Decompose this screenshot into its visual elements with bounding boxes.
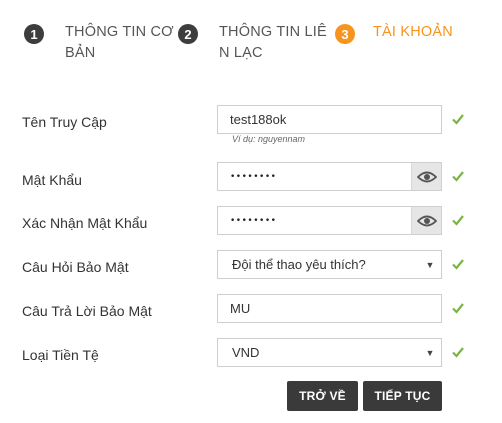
- security-answer-input[interactable]: MU: [217, 294, 442, 323]
- check-icon: [452, 303, 464, 314]
- password-value: ••••••••: [230, 171, 277, 182]
- eye-icon: [416, 215, 437, 226]
- step-2: 2 THÔNG TIN LIÊ N LẠC: [178, 22, 329, 64]
- password-input[interactable]: ••••••••: [217, 162, 442, 191]
- security-answer-label: Câu Trả Lời Bảo Mật: [22, 303, 152, 319]
- next-button[interactable]: TIẾP TỤC: [363, 381, 442, 411]
- password-label: Mật Khẩu: [22, 172, 82, 188]
- show-confirm-password-button[interactable]: [411, 207, 441, 234]
- check-icon: [452, 347, 464, 358]
- check-icon: [452, 114, 464, 125]
- username-label: Tên Truy Cập: [22, 114, 107, 130]
- show-password-button[interactable]: [411, 163, 441, 190]
- step-1: 1 THÔNG TIN CƠ BẢN: [24, 22, 185, 64]
- currency-label: Loại Tiền Tệ: [22, 347, 99, 363]
- confirm-password-label: Xác Nhận Mật Khẩu: [22, 215, 148, 231]
- step-1-label: THÔNG TIN CƠ BẢN: [65, 24, 174, 61]
- caret-down-icon: ▼: [425, 259, 435, 270]
- check-icon: [452, 171, 464, 182]
- currency-select[interactable]: VND ▼: [217, 338, 442, 367]
- security-answer-value: MU: [230, 301, 251, 316]
- caret-down-icon: ▼: [425, 347, 435, 358]
- step-1-number: 1: [24, 24, 44, 44]
- step-3: 3 TÀI KHOẢN: [335, 22, 453, 44]
- step-2-label: THÔNG TIN LIÊ N LẠC: [219, 24, 327, 61]
- step-3-label: TÀI KHOẢN: [373, 24, 453, 40]
- eye-icon: [416, 171, 437, 182]
- back-button[interactable]: TRỞ VỀ: [287, 381, 358, 411]
- username-value: test188ok: [230, 112, 287, 127]
- security-question-select[interactable]: Đội thể thao yêu thích? ▼: [217, 250, 442, 279]
- confirm-password-value: ••••••••: [230, 215, 277, 226]
- username-hint: Ví dụ: nguyennam: [232, 134, 306, 144]
- check-icon: [452, 215, 464, 226]
- username-input[interactable]: test188ok: [217, 105, 442, 134]
- security-question-value: Đội thể thao yêu thích?: [232, 257, 366, 272]
- step-2-number: 2: [178, 24, 198, 44]
- security-question-label: Câu Hỏi Bảo Mật: [22, 259, 129, 275]
- confirm-password-input[interactable]: ••••••••: [217, 206, 442, 235]
- check-icon: [452, 259, 464, 270]
- currency-value: VND: [232, 345, 260, 360]
- step-3-number: 3: [335, 24, 355, 44]
